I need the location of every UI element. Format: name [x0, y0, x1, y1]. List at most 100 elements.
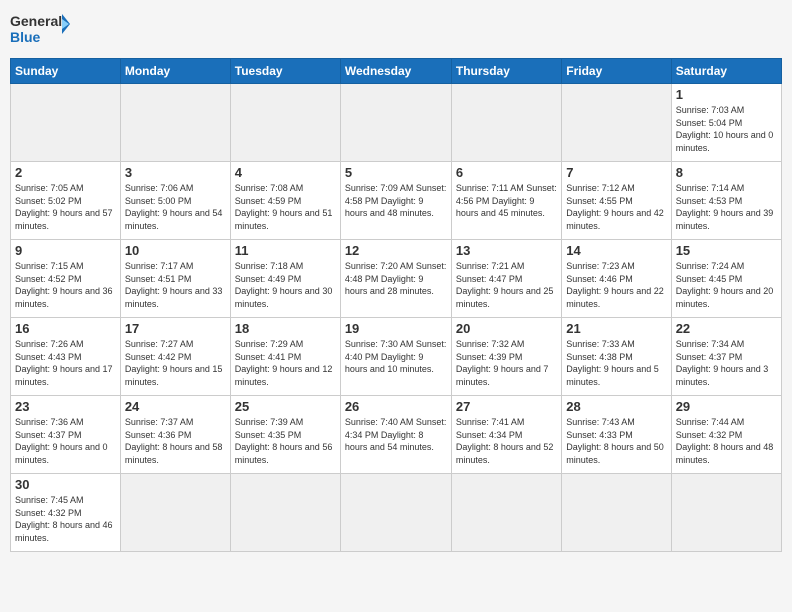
svg-text:General: General	[10, 13, 62, 29]
day-info: Sunrise: 7:41 AM Sunset: 4:34 PM Dayligh…	[456, 416, 557, 466]
day-number: 1	[676, 87, 777, 102]
day-number: 14	[566, 243, 666, 258]
day-number: 13	[456, 243, 557, 258]
day-info: Sunrise: 7:30 AM Sunset: 4:40 PM Dayligh…	[345, 338, 447, 376]
day-number: 19	[345, 321, 447, 336]
week-row-5: 23 Sunrise: 7:36 AM Sunset: 4:37 PM Dayli…	[11, 396, 782, 474]
day-number: 24	[125, 399, 226, 414]
day-cell: 15Sunrise: 7:24 AM Sunset: 4:45 PM Dayli…	[671, 240, 781, 318]
day-cell: 7 Sunrise: 7:12 AM Sunset: 4:55 PM Daylig…	[562, 162, 671, 240]
day-number: 30	[15, 477, 116, 492]
day-info: Sunrise: 7:15 AM Sunset: 4:52 PM Dayligh…	[15, 260, 116, 310]
day-info: Sunrise: 7:24 AM Sunset: 4:45 PM Dayligh…	[676, 260, 777, 310]
day-number: 26	[345, 399, 447, 414]
day-number: 16	[15, 321, 116, 336]
day-cell	[340, 474, 451, 552]
svg-text:Blue: Blue	[10, 29, 41, 45]
logo: General Blue	[10, 10, 70, 50]
day-number: 22	[676, 321, 777, 336]
day-info: Sunrise: 7:20 AM Sunset: 4:48 PM Dayligh…	[345, 260, 447, 298]
day-cell	[340, 84, 451, 162]
day-info: Sunrise: 7:29 AM Sunset: 4:41 PM Dayligh…	[235, 338, 336, 388]
day-info: Sunrise: 7:06 AM Sunset: 5:00 PM Dayligh…	[125, 182, 226, 232]
day-info: Sunrise: 7:45 AM Sunset: 4:32 PM Dayligh…	[15, 494, 116, 544]
day-info: Sunrise: 7:44 AM Sunset: 4:32 PM Dayligh…	[676, 416, 777, 466]
day-info: Sunrise: 7:23 AM Sunset: 4:46 PM Dayligh…	[566, 260, 666, 310]
day-number: 9	[15, 243, 116, 258]
weekday-header-wednesday: Wednesday	[340, 59, 451, 84]
day-cell: 23 Sunrise: 7:36 AM Sunset: 4:37 PM Dayli…	[11, 396, 121, 474]
day-cell	[11, 84, 121, 162]
day-info: Sunrise: 7:34 AM Sunset: 4:37 PM Dayligh…	[676, 338, 777, 388]
day-cell: 2Sunrise: 7:05 AM Sunset: 5:02 PM Daylig…	[11, 162, 121, 240]
day-number: 23	[15, 399, 116, 414]
logo-svg: General Blue	[10, 10, 70, 50]
day-cell: 13 Sunrise: 7:21 AM Sunset: 4:47 PM Dayli…	[451, 240, 561, 318]
day-info: Sunrise: 7:05 AM Sunset: 5:02 PM Dayligh…	[15, 182, 116, 232]
day-cell: 9 Sunrise: 7:15 AM Sunset: 4:52 PM Daylig…	[11, 240, 121, 318]
header: General Blue	[10, 10, 782, 50]
day-cell: 12 Sunrise: 7:20 AM Sunset: 4:48 PM Dayli…	[340, 240, 451, 318]
day-number: 27	[456, 399, 557, 414]
day-number: 7	[566, 165, 666, 180]
day-number: 3	[125, 165, 226, 180]
week-row-3: 9 Sunrise: 7:15 AM Sunset: 4:52 PM Daylig…	[11, 240, 782, 318]
weekday-header-row: SundayMondayTuesdayWednesdayThursdayFrid…	[11, 59, 782, 84]
day-cell: 1 Sunrise: 7:03 AM Sunset: 5:04 PM Daylig…	[671, 84, 781, 162]
day-number: 17	[125, 321, 226, 336]
day-cell: 14 Sunrise: 7:23 AM Sunset: 4:46 PM Dayli…	[562, 240, 671, 318]
day-cell	[451, 84, 561, 162]
day-cell: 5Sunrise: 7:09 AM Sunset: 4:58 PM Daylig…	[340, 162, 451, 240]
day-cell: 21 Sunrise: 7:33 AM Sunset: 4:38 PM Dayli…	[562, 318, 671, 396]
day-cell: 11Sunrise: 7:18 AM Sunset: 4:49 PM Dayli…	[230, 240, 340, 318]
day-info: Sunrise: 7:43 AM Sunset: 4:33 PM Dayligh…	[566, 416, 666, 466]
day-cell	[562, 84, 671, 162]
calendar-page: General Blue SundayMondayTuesdayWednesda…	[0, 0, 792, 612]
day-cell: 10Sunrise: 7:17 AM Sunset: 4:51 PM Dayli…	[120, 240, 230, 318]
day-info: Sunrise: 7:14 AM Sunset: 4:53 PM Dayligh…	[676, 182, 777, 232]
day-info: Sunrise: 7:21 AM Sunset: 4:47 PM Dayligh…	[456, 260, 557, 310]
day-number: 29	[676, 399, 777, 414]
day-cell: 24 Sunrise: 7:37 AM Sunset: 4:36 PM Dayli…	[120, 396, 230, 474]
day-cell: 8Sunrise: 7:14 AM Sunset: 4:53 PM Daylig…	[671, 162, 781, 240]
day-info: Sunrise: 7:08 AM Sunset: 4:59 PM Dayligh…	[235, 182, 336, 232]
day-cell	[451, 474, 561, 552]
day-number: 5	[345, 165, 447, 180]
day-cell: 3 Sunrise: 7:06 AM Sunset: 5:00 PM Daylig…	[120, 162, 230, 240]
week-row-4: 16 Sunrise: 7:26 AM Sunset: 4:43 PM Dayli…	[11, 318, 782, 396]
day-info: Sunrise: 7:11 AM Sunset: 4:56 PM Dayligh…	[456, 182, 557, 220]
weekday-header-saturday: Saturday	[671, 59, 781, 84]
day-number: 25	[235, 399, 336, 414]
day-number: 4	[235, 165, 336, 180]
day-number: 12	[345, 243, 447, 258]
day-info: Sunrise: 7:37 AM Sunset: 4:36 PM Dayligh…	[125, 416, 226, 466]
day-number: 20	[456, 321, 557, 336]
day-number: 10	[125, 243, 226, 258]
day-cell: 4 Sunrise: 7:08 AM Sunset: 4:59 PM Daylig…	[230, 162, 340, 240]
day-cell: 6 Sunrise: 7:11 AM Sunset: 4:56 PM Daylig…	[451, 162, 561, 240]
day-info: Sunrise: 7:27 AM Sunset: 4:42 PM Dayligh…	[125, 338, 226, 388]
day-cell: 22 Sunrise: 7:34 AM Sunset: 4:37 PM Dayli…	[671, 318, 781, 396]
day-cell: 20Sunrise: 7:32 AM Sunset: 4:39 PM Dayli…	[451, 318, 561, 396]
day-info: Sunrise: 7:03 AM Sunset: 5:04 PM Dayligh…	[676, 104, 777, 154]
weekday-header-sunday: Sunday	[11, 59, 121, 84]
day-cell: 16 Sunrise: 7:26 AM Sunset: 4:43 PM Dayli…	[11, 318, 121, 396]
day-number: 6	[456, 165, 557, 180]
day-number: 21	[566, 321, 666, 336]
weekday-header-friday: Friday	[562, 59, 671, 84]
day-cell: 28 Sunrise: 7:43 AM Sunset: 4:33 PM Dayli…	[562, 396, 671, 474]
day-cell: 26 Sunrise: 7:40 AM Sunset: 4:34 PM Dayli…	[340, 396, 451, 474]
day-info: Sunrise: 7:33 AM Sunset: 4:38 PM Dayligh…	[566, 338, 666, 388]
day-cell	[671, 474, 781, 552]
day-info: Sunrise: 7:12 AM Sunset: 4:55 PM Dayligh…	[566, 182, 666, 232]
day-info: Sunrise: 7:40 AM Sunset: 4:34 PM Dayligh…	[345, 416, 447, 454]
day-number: 11	[235, 243, 336, 258]
day-cell: 25 Sunrise: 7:39 AM Sunset: 4:35 PM Dayli…	[230, 396, 340, 474]
weekday-header-tuesday: Tuesday	[230, 59, 340, 84]
day-info: Sunrise: 7:26 AM Sunset: 4:43 PM Dayligh…	[15, 338, 116, 388]
day-number: 28	[566, 399, 666, 414]
day-cell: 18Sunrise: 7:29 AM Sunset: 4:41 PM Dayli…	[230, 318, 340, 396]
day-info: Sunrise: 7:39 AM Sunset: 4:35 PM Dayligh…	[235, 416, 336, 466]
calendar-table: SundayMondayTuesdayWednesdayThursdayFrid…	[10, 58, 782, 552]
day-info: Sunrise: 7:36 AM Sunset: 4:37 PM Dayligh…	[15, 416, 116, 466]
